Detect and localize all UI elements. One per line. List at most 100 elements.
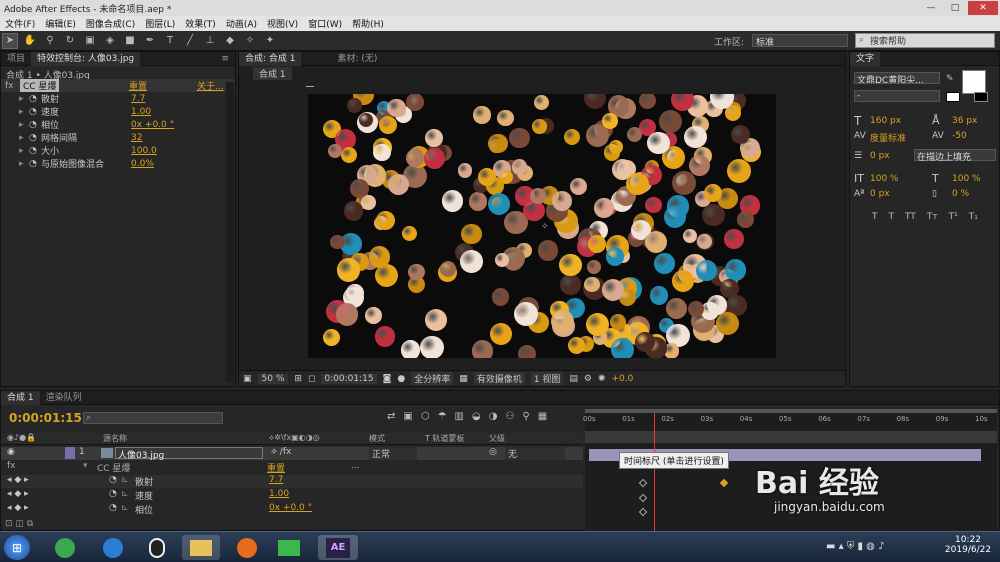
roto-brush-tool-icon[interactable]: ✧ <box>242 33 258 49</box>
blend-mode-select[interactable]: 正常 <box>369 447 417 460</box>
expand-triangle-icon[interactable]: ▸ <box>19 146 24 156</box>
keyframe-marker[interactable] <box>638 507 648 517</box>
faux-bold-button[interactable]: T <box>872 212 878 222</box>
brainstorm-icon[interactable]: ⚇ <box>505 411 514 422</box>
tray-icons[interactable]: ▬ ▴ ⛨ ▮ ◍ ♪ <box>826 541 884 552</box>
toggle-pixel-icon[interactable]: ▤ <box>569 374 578 384</box>
rectangle-tool-icon[interactable]: ■ <box>122 33 138 49</box>
effect-name[interactable]: CC 星爆 <box>97 461 130 474</box>
av-features-icon[interactable]: ◉♪●🔒 <box>7 433 36 442</box>
frame-blending-icon[interactable]: ▥ <box>455 411 464 422</box>
views-select[interactable]: 1 视图 <box>530 372 564 385</box>
white-swatch[interactable] <box>946 92 960 102</box>
draft-3d-icon[interactable]: ⬡ <box>421 411 430 422</box>
property-value[interactable]: 7.7 <box>131 94 145 104</box>
ie-icon[interactable] <box>96 535 130 560</box>
baseline-shift-value[interactable]: 0 px <box>870 189 890 199</box>
resolution-select[interactable]: 全分辨率 <box>411 372 454 385</box>
label-color-swatch[interactable] <box>65 447 75 459</box>
camera-tool-icon[interactable]: ▣ <box>82 33 98 49</box>
transparency-grid-icon[interactable]: ▦ <box>459 374 468 384</box>
eyedropper-icon[interactable]: ✎ <box>946 74 954 84</box>
pan-behind-tool-icon[interactable]: ◈ <box>102 33 118 49</box>
tab-character[interactable]: 文字 <box>850 51 881 66</box>
effect-row[interactable]: fx ▾ CC 星爆 重置 ... <box>1 461 583 474</box>
time-navigator[interactable] <box>585 409 997 413</box>
menu-help[interactable]: 帮助(H) <box>347 17 389 30</box>
tab-timeline-comp[interactable]: 合成 1 <box>1 390 40 405</box>
keyframe-nav-icon[interactable]: ◂ ◆ ▸ <box>7 475 29 485</box>
property-value[interactable]: 7.7 <box>269 475 283 485</box>
stroke-width-value[interactable]: 0 px <box>870 151 890 161</box>
tab-effect-controls[interactable]: 特效控制台: 人像03.jpg <box>31 51 141 66</box>
firefox-icon[interactable] <box>230 535 264 560</box>
tracking-value[interactable]: -50 <box>952 131 967 141</box>
color-channel-icon[interactable]: ● <box>397 374 405 384</box>
property-row[interactable]: ◂ ◆ ▸ ◔ ⊾ 散射 7.7 <box>1 475 583 488</box>
reset-link[interactable]: 重置 <box>129 79 147 92</box>
layer-search-input[interactable]: ⌕ <box>83 412 223 424</box>
stroke-mode-select[interactable]: 在描边上填充 <box>914 149 996 163</box>
rotate-tool-icon[interactable]: ↻ <box>62 33 78 49</box>
selection-tool-icon[interactable]: ➤ <box>2 32 18 49</box>
menu-layer[interactable]: 图层(L) <box>140 17 180 30</box>
font-size-value[interactable]: 160 px <box>870 116 901 126</box>
property-row[interactable]: ◂ ◆ ▸ ◔ ⊾ 速度 1.00 <box>1 489 583 502</box>
fx-icon[interactable]: fx <box>5 81 17 91</box>
stopwatch-icon[interactable]: ◔ <box>29 120 37 130</box>
comp-mini-flowchart-icon[interactable]: ⇄ <box>387 411 395 422</box>
layer-name[interactable]: 人像03.jpg <box>115 447 263 461</box>
fast-preview-icon[interactable]: ⚙ <box>584 374 592 384</box>
tab-project[interactable]: 项目 <box>1 52 31 66</box>
property-value[interactable]: 0x +0.0 ° <box>131 120 174 130</box>
graph-editor-icon[interactable]: ◑ <box>489 411 498 422</box>
text-tool-icon[interactable]: T <box>162 33 178 49</box>
scrollbar[interactable] <box>226 82 234 382</box>
camera-select[interactable]: 有效摄像机 <box>473 372 525 385</box>
expand-triangle-icon[interactable]: ▸ <box>19 120 24 130</box>
about-link[interactable]: 关于... <box>197 79 224 92</box>
workspace-select[interactable]: 标准 <box>752 34 848 48</box>
leading-value[interactable]: 36 px <box>952 116 977 126</box>
font-family-select[interactable]: 文鼎DC黄阳尖... <box>854 72 940 84</box>
effect-options-ellipsis[interactable]: ... <box>351 461 360 471</box>
file-explorer-icon[interactable] <box>182 535 220 560</box>
effect-name[interactable]: CC 星爆 <box>20 79 60 92</box>
keyframe-marker[interactable] <box>638 478 648 488</box>
effect-header-row[interactable]: fx CC 星爆 重置 关于... <box>1 79 235 92</box>
expand-triangle-icon[interactable]: ▾ <box>83 461 88 471</box>
comp-subtab[interactable]: 合成 1 <box>253 66 292 80</box>
live-update-icon[interactable]: ▣ <box>403 411 412 422</box>
keyframe-nav-icon[interactable]: ◂ ◆ ▸ <box>7 489 29 499</box>
chart-icon[interactable]: ▦ <box>538 411 547 422</box>
media-player-icon[interactable] <box>272 535 306 560</box>
clone-tool-icon[interactable]: ⊥ <box>202 33 218 49</box>
menu-file[interactable]: 文件(F) <box>0 17 40 30</box>
subscript-button[interactable]: T₁ <box>969 212 978 222</box>
start-orb-icon[interactable]: ⊞ <box>4 535 30 560</box>
exposure-icon[interactable]: ✺ <box>598 374 606 384</box>
timeline-timecode[interactable]: 0:00:01:15 <box>9 411 82 425</box>
stopwatch-icon[interactable]: ◔ <box>29 94 37 104</box>
menu-effect[interactable]: 效果(T) <box>180 17 221 30</box>
menu-animation[interactable]: 动画(A) <box>221 17 262 30</box>
stopwatch-icon[interactable]: ◔ <box>109 503 117 513</box>
pen-tool-icon[interactable]: ✒ <box>142 33 158 49</box>
menu-edit[interactable]: 编辑(E) <box>40 17 81 30</box>
expand-triangle-icon[interactable]: ▸ <box>19 159 24 169</box>
minimize-button[interactable]: — <box>920 1 942 15</box>
stroke-color-swatch[interactable] <box>974 92 988 102</box>
menu-view[interactable]: 视图(V) <box>262 17 303 30</box>
stopwatch-icon[interactable]: ◔ <box>29 133 37 143</box>
property-value[interactable]: 32 <box>131 133 142 143</box>
playhead[interactable] <box>653 413 655 531</box>
close-button[interactable]: ✕ <box>968 1 998 15</box>
property-value[interactable]: 1.00 <box>269 489 289 499</box>
stopwatch-icon[interactable]: ◔ <box>29 159 37 169</box>
graph-icon[interactable]: ⊾ <box>121 475 129 485</box>
tray-clock[interactable]: 10:22 2019/6/22 <box>940 535 996 555</box>
time-ruler[interactable]: 00s 01s 02s 03s 04s 05s 06s 07s 08s 09s 10s <box>583 415 997 429</box>
timeline-bottom-icons[interactable]: ⊡ ◫ ⧉ <box>5 519 33 529</box>
property-value[interactable]: 1.00 <box>131 107 151 117</box>
stopwatch-icon[interactable]: ◔ <box>109 489 117 499</box>
